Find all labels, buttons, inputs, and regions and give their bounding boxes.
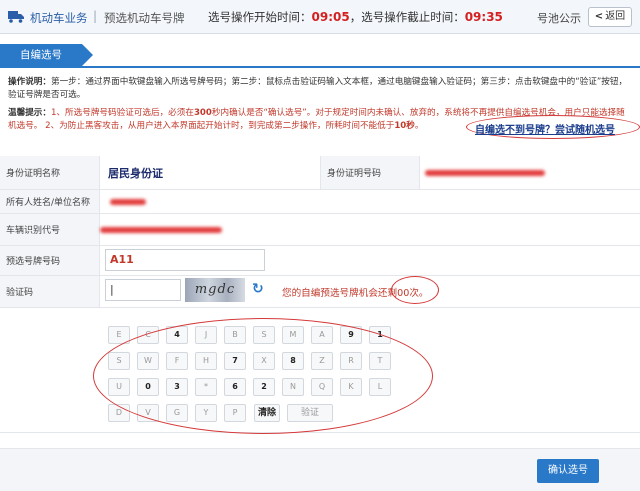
tips-limit-seconds: 300 xyxy=(193,108,212,118)
random-select-link[interactable]: 自编选不到号牌？尝试随机选号 xyxy=(475,121,615,136)
row-owner: 所有人姓名/单位名称 xyxy=(0,190,640,214)
tips-min-time: 10秒 xyxy=(394,121,415,131)
chances-text-1: 您的自编预选号牌机会还剩 xyxy=(282,288,398,299)
tips-heading: 温馨提示： xyxy=(8,108,51,118)
end-time-label: ，选号操作截止时间： xyxy=(349,10,465,24)
redacted-owner-name xyxy=(110,199,146,205)
row-captcha: 验证码 | mgdc ↻ 您的自编预选号牌机会还剩00次。 xyxy=(0,276,640,308)
redacted-id-number xyxy=(425,170,545,176)
end-time: 09:35 xyxy=(464,10,503,24)
breadcrumb-separator: | xyxy=(93,9,98,23)
id-type-value: 居民身份证 xyxy=(108,166,163,180)
captcha-label: 验证码 xyxy=(0,276,100,307)
instructions-heading: 操作说明： xyxy=(8,77,51,87)
tips-text-1: 1、所选号牌号码验证可选后，必须在 xyxy=(50,108,194,118)
owner-label: 所有人姓名/单位名称 xyxy=(0,190,100,213)
captcha-image: mgdc xyxy=(185,278,245,302)
plate-number-input[interactable]: A11 xyxy=(105,249,265,271)
tab-underline xyxy=(0,66,640,68)
footer-bar: 确认选号 xyxy=(0,448,640,491)
row-vin: 车辆识别代号 xyxy=(0,214,640,246)
id-number-label: 身份证明号码 xyxy=(320,156,420,189)
time-window: 选号操作开始时间：09:05，选号操作截止时间：09:35 xyxy=(208,9,503,25)
row-plate: 预选号牌号码 A11 xyxy=(0,246,640,276)
breadcrumb-preselect-plate: 预选机动车号牌 xyxy=(104,11,185,25)
annotation-circle-keypad xyxy=(93,318,433,434)
back-button[interactable]: < 返回 xyxy=(588,7,632,27)
tab-self-select[interactable]: 自编选号 xyxy=(0,44,93,66)
captcha-input[interactable]: | xyxy=(105,279,181,301)
redacted-vin xyxy=(100,227,222,233)
tab-bar: 自编选号 xyxy=(0,42,640,68)
operation-instructions: 操作说明：第一步：通过界面中软键盘输入所选号牌号码；第二步：鼠标点击验证码输入文… xyxy=(8,76,632,102)
truck-icon xyxy=(8,11,24,23)
refresh-icon[interactable]: ↻ xyxy=(252,282,266,296)
tips-text-3: 。 xyxy=(414,121,424,131)
plate-label: 预选号牌号码 xyxy=(0,246,100,275)
top-bar: 机动车业务 | 预选机动车号牌 选号操作开始时间：09:05，选号操作截止时间：… xyxy=(0,0,640,34)
annotation-circle-chances xyxy=(391,276,439,304)
plate-pool-link[interactable]: 号池公示 xyxy=(537,10,581,26)
breadcrumb-vehicle-business[interactable]: 机动车业务 xyxy=(30,10,88,26)
back-chevron-icon: < xyxy=(594,11,604,22)
start-time-label: 选号操作开始时间： xyxy=(208,10,312,24)
back-label: 返回 xyxy=(605,11,626,22)
row-id-type: 身份证明名称 居民身份证 身份证明号码 xyxy=(0,156,640,190)
id-type-label: 身份证明名称 xyxy=(0,156,100,189)
instructions-text: 第一步：通过界面中软键盘输入所选号牌号码；第二步：鼠标点击验证码输入文本框，通过… xyxy=(8,77,628,100)
start-time: 09:05 xyxy=(311,10,350,24)
confirm-selection-button[interactable]: 确认选号 xyxy=(537,459,599,483)
vin-label: 车辆识别代号 xyxy=(0,214,100,245)
